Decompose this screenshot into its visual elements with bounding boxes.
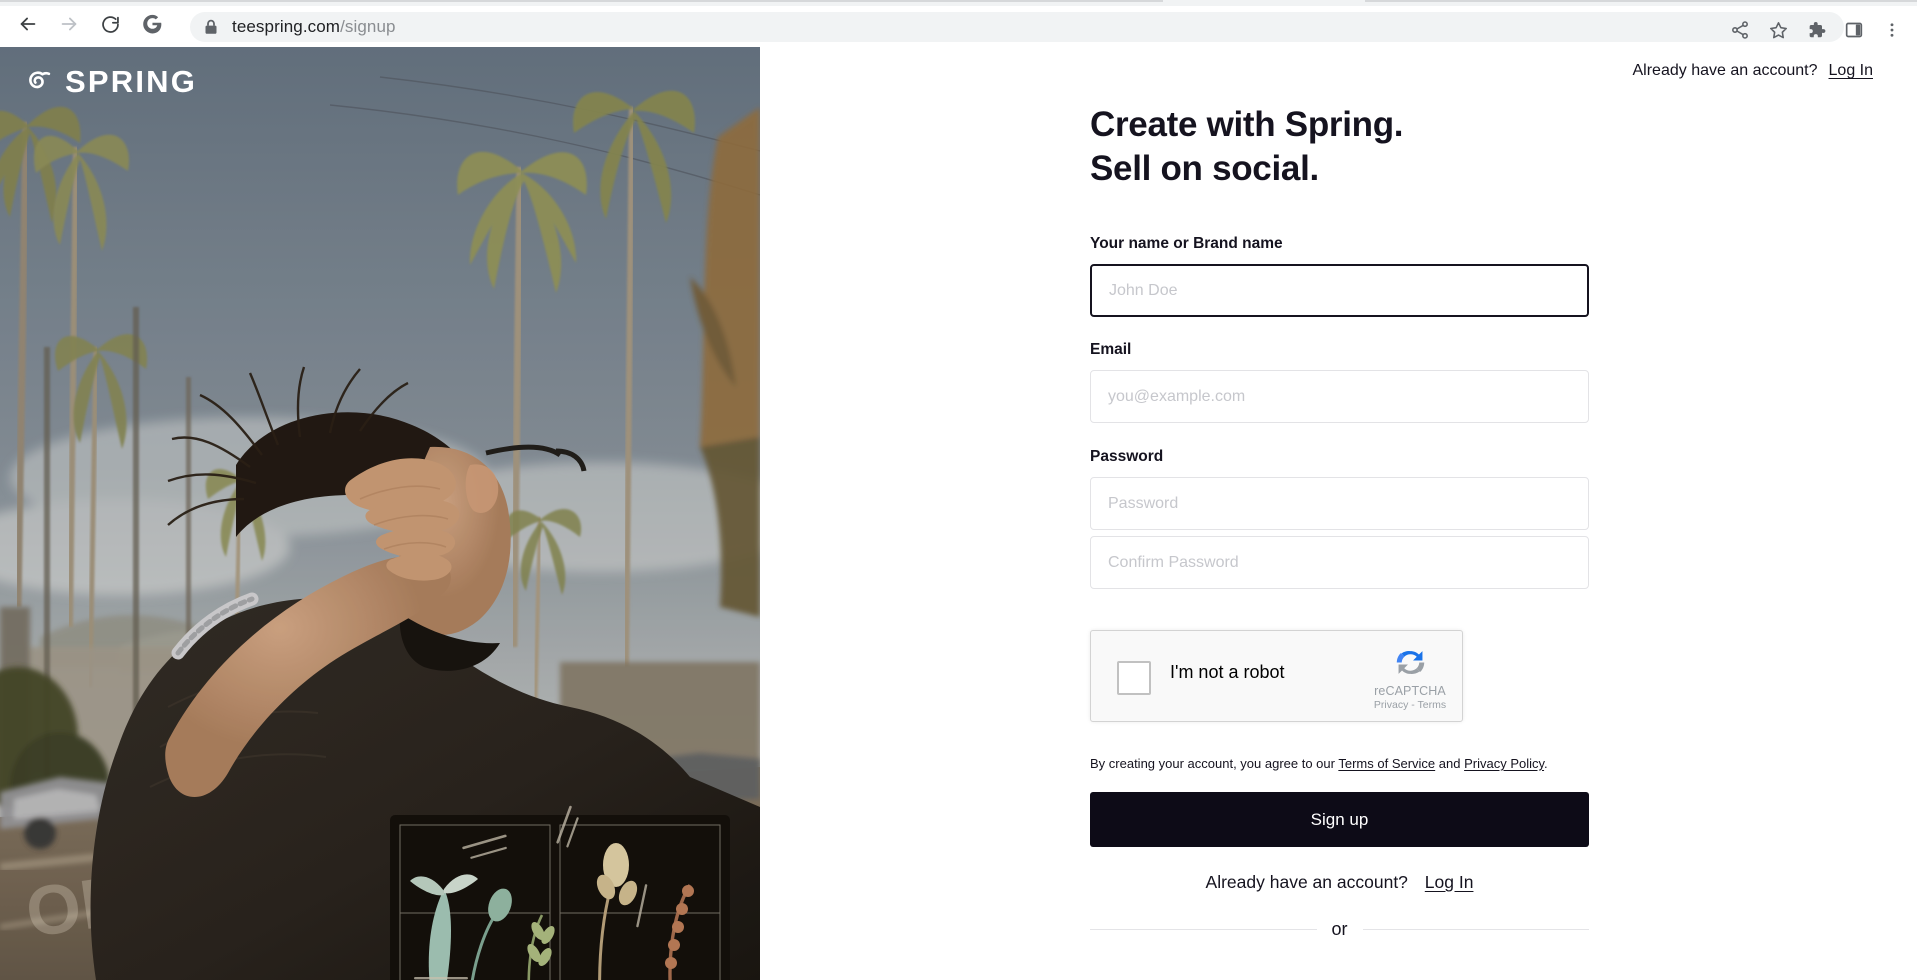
recaptcha-legal-separator: -	[1411, 699, 1415, 711]
bookmark-button[interactable]	[1759, 14, 1797, 52]
header-account-prompt: Already have an account? Log In	[1633, 62, 1874, 80]
tab-strip-edge	[1365, 0, 1917, 2]
forward-arrow-icon	[58, 13, 80, 40]
recaptcha-checkbox[interactable]	[1117, 661, 1151, 695]
footer-account-prompt: Already have an account? Log In	[1090, 872, 1589, 893]
password-field-group: Password	[1090, 448, 1589, 589]
password-label: Password	[1090, 448, 1589, 466]
three-dot-menu-icon	[1883, 21, 1901, 44]
recaptcha-branding: reCAPTCHA Privacy - Terms	[1369, 644, 1451, 711]
terms-prefix: By creating your account, you agree to o…	[1090, 756, 1338, 771]
terms-conjunction: and	[1435, 756, 1464, 771]
spring-brand-logo[interactable]: SPRING	[20, 64, 197, 100]
side-panel-button[interactable]	[1835, 14, 1873, 52]
browser-nav-bar: teespring.com/signup	[0, 6, 1917, 47]
terms-disclaimer: By creating your account, you agree to o…	[1090, 755, 1589, 773]
terms-suffix: .	[1544, 756, 1548, 771]
or-label: or	[1317, 919, 1363, 940]
spring-spiral-logo-icon	[20, 66, 52, 98]
recaptcha-arrows-icon	[1369, 644, 1451, 681]
recaptcha-legal-links: Privacy - Terms	[1369, 699, 1451, 711]
hero-image-panel: OP	[0, 47, 760, 980]
heading-line-1: Create with Spring.	[1090, 105, 1403, 144]
back-arrow-icon	[17, 13, 39, 40]
terms-of-service-link[interactable]: Terms of Service	[1338, 756, 1435, 771]
side-panel-icon	[1844, 20, 1864, 45]
email-label: Email	[1090, 341, 1589, 359]
puzzle-piece-icon	[1806, 20, 1826, 45]
share-button[interactable]	[1721, 14, 1759, 52]
footer-account-prompt-text: Already have an account?	[1206, 872, 1408, 892]
header-login-link[interactable]: Log In	[1829, 62, 1873, 80]
confirm-password-input[interactable]	[1090, 536, 1589, 589]
url-path: /signup	[340, 17, 396, 36]
recaptcha-widget[interactable]: I'm not a robot reCAPTCHA Privacy -	[1090, 630, 1463, 722]
reload-icon	[100, 14, 121, 40]
email-input[interactable]	[1090, 370, 1589, 423]
extensions-button[interactable]	[1797, 14, 1835, 52]
google-g-icon	[141, 13, 163, 40]
url-text: teespring.com/signup	[232, 17, 396, 37]
address-bar[interactable]: teespring.com/signup	[190, 12, 1844, 42]
password-input[interactable]	[1090, 477, 1589, 530]
recaptcha-privacy-link[interactable]: Privacy	[1374, 699, 1408, 711]
browser-chrome: teespring.com/signup	[0, 0, 1917, 47]
divider-rule-right	[1363, 929, 1590, 930]
recaptcha-terms-link[interactable]: Terms	[1418, 699, 1447, 711]
email-field-group: Email	[1090, 341, 1589, 423]
name-label: Your name or Brand name	[1090, 235, 1589, 253]
url-domain: teespring.com	[232, 17, 340, 36]
name-input[interactable]	[1090, 264, 1589, 317]
recaptcha-brand-name: reCAPTCHA	[1369, 684, 1451, 698]
lock-icon	[204, 19, 218, 35]
hero-photo: OP	[0, 47, 760, 980]
heading-line-2: Sell on social.	[1090, 147, 1589, 191]
star-icon	[1768, 20, 1789, 46]
signup-button[interactable]: Sign up	[1090, 792, 1589, 847]
spring-wordmark: SPRING	[65, 64, 197, 100]
signup-form: Create with Spring. Sell on social. Your…	[1090, 103, 1589, 940]
divider-rule-left	[1090, 929, 1317, 930]
browser-menu-button[interactable]	[1873, 14, 1911, 52]
forward-button[interactable]	[51, 9, 87, 45]
or-divider: or	[1090, 919, 1589, 940]
reload-button[interactable]	[92, 9, 128, 45]
active-tab-edge	[0, 0, 1163, 2]
back-button[interactable]	[10, 9, 46, 45]
page-content: OP	[0, 47, 1917, 980]
name-field-group: Your name or Brand name	[1090, 235, 1589, 317]
header-account-prompt-text: Already have an account?	[1633, 62, 1818, 80]
page-title: Create with Spring. Sell on social.	[1090, 103, 1589, 191]
share-icon	[1730, 20, 1750, 45]
signup-panel: Already have an account? Log In Create w…	[760, 47, 1917, 980]
privacy-policy-link[interactable]: Privacy Policy	[1464, 756, 1544, 771]
google-search-button[interactable]	[134, 9, 170, 45]
footer-login-link[interactable]: Log In	[1425, 872, 1474, 892]
recaptcha-label: I'm not a robot	[1170, 662, 1285, 683]
